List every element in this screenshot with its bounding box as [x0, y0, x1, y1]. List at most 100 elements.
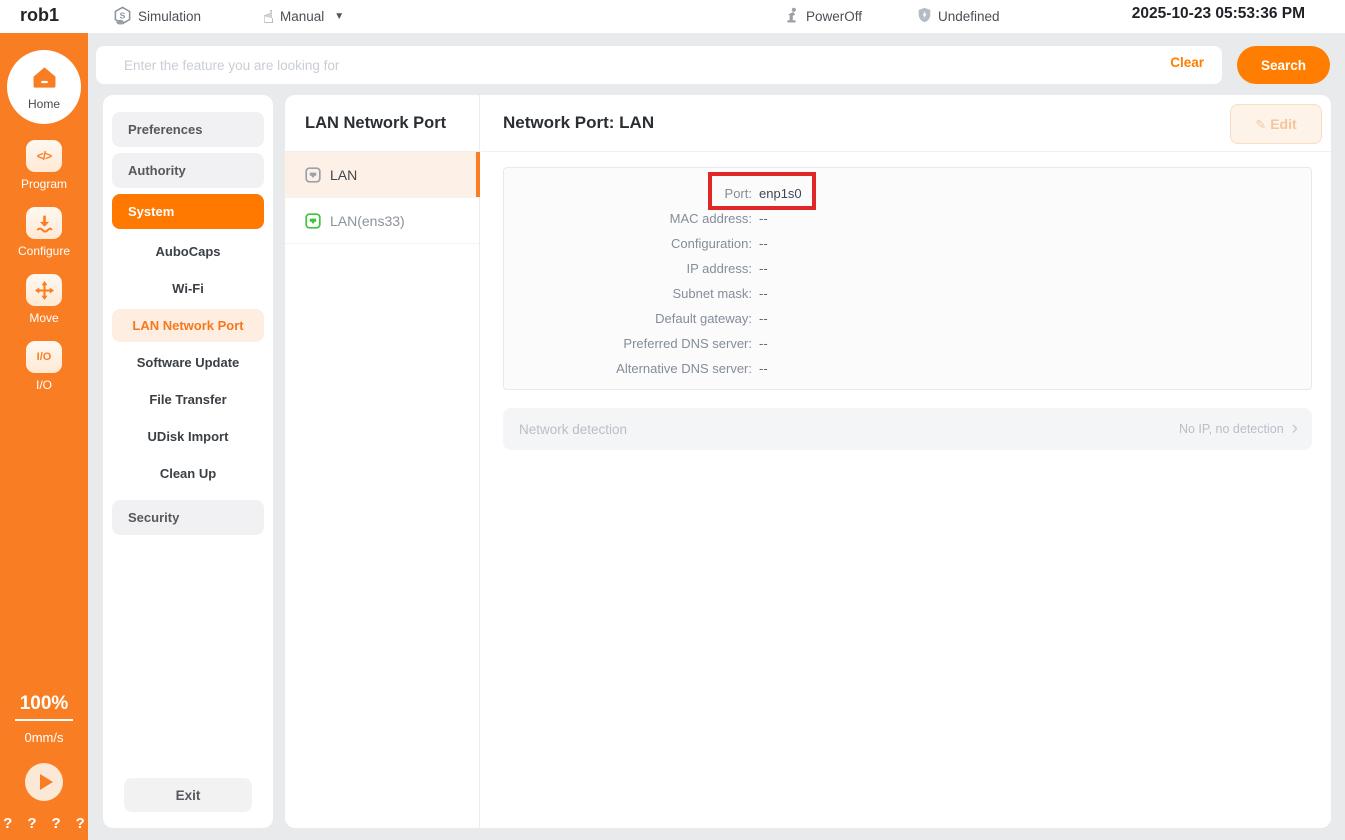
hand-mode-icon: ☝: [263, 8, 274, 26]
network-detection-row[interactable]: Network detection No IP, no detection ›: [503, 408, 1312, 450]
search-input[interactable]: [96, 46, 1222, 84]
field-value: --: [759, 261, 768, 276]
speed-rate: 0mm/s: [25, 730, 64, 745]
ethernet-port-icon: [305, 167, 321, 183]
safety-label: Undefined: [938, 9, 1000, 24]
menu-item-file-transfer[interactable]: File Transfer: [112, 383, 264, 416]
sidebar-bottom-group: 100% 0mm/s ????: [0, 693, 88, 840]
menu-item-software-update[interactable]: Software Update: [112, 346, 264, 379]
field-row-subnet-mask: Subnet mask: --: [504, 281, 1311, 306]
sidebar-item-program[interactable]: </> Program: [21, 140, 67, 191]
sidebar-item-home[interactable]: Home: [7, 50, 81, 124]
annotation-red-box: [708, 172, 816, 210]
menu-item-udisk-import[interactable]: UDisk Import: [112, 420, 264, 453]
help-mark-2[interactable]: ?: [27, 815, 36, 832]
port-item-label: LAN(ens33): [330, 213, 405, 229]
program-code-icon: </>: [26, 140, 62, 172]
clear-button[interactable]: Clear: [1170, 55, 1204, 70]
nav-label-home: Home: [28, 97, 60, 111]
primary-sidebar: Home </> Program Configure: [0, 33, 88, 840]
help-mark-3[interactable]: ?: [52, 815, 61, 832]
exit-button[interactable]: Exit: [124, 778, 252, 812]
port-list-column: LAN Network Port LANLAN(ens33): [285, 95, 480, 828]
menu-item-preferences[interactable]: Preferences: [112, 112, 264, 147]
help-marks-row[interactable]: ????: [3, 815, 85, 832]
datetime-display: 2025-10-23 05:53:36 PM: [1132, 5, 1305, 23]
help-mark-1[interactable]: ?: [3, 815, 12, 832]
play-icon: [40, 774, 53, 790]
edit-label: Edit: [1270, 116, 1296, 132]
port-list: LAN LAN(ens33): [285, 152, 479, 244]
menu-item-wi-fi[interactable]: Wi-Fi: [112, 272, 264, 305]
field-row-configuration: Configuration:--: [504, 231, 1311, 256]
speed-percent[interactable]: 100%: [15, 693, 73, 721]
settings-menu-panel: Preferences Authority System AuboCaps Wi-Fi L…: [103, 95, 273, 828]
field-value: --: [759, 236, 768, 251]
field-label: IP address:: [504, 256, 752, 281]
field-value: --: [759, 311, 768, 326]
nav-label-io: I/O: [36, 378, 52, 392]
power-status[interactable]: PowerOff: [783, 0, 862, 33]
port-details-box: Port:enp1s0MAC address:--Configuration:-…: [503, 167, 1312, 390]
menu-item-authority[interactable]: Authority: [112, 153, 264, 188]
detection-right: No IP, no detection ›: [1179, 421, 1298, 438]
port-item-lan-ens33[interactable]: LAN(ens33): [285, 198, 479, 244]
field-value: --: [759, 336, 768, 351]
search-bar: Clear: [96, 46, 1222, 84]
top-status-bar: rob1 S Simulation ☝ Manual ▼ PowerOff: [0, 0, 1345, 33]
sidebar-item-io[interactable]: I/O I/O: [26, 341, 62, 392]
search-button[interactable]: Search: [1237, 46, 1330, 84]
safety-status[interactable]: Undefined: [917, 0, 1000, 33]
field-label: Preferred DNS server:: [504, 331, 752, 356]
field-label: Default gateway:: [504, 306, 752, 331]
help-mark-4[interactable]: ?: [76, 815, 85, 832]
menu-item-lan-network-port[interactable]: LAN Network Port: [112, 309, 264, 342]
menu-item-security[interactable]: Security: [112, 500, 264, 535]
io-icon: I/O: [26, 341, 62, 373]
move-arrows-icon: [26, 274, 62, 306]
sidebar-item-configure[interactable]: Configure: [18, 207, 70, 258]
field-label: Subnet mask:: [504, 281, 752, 306]
sidebar-item-move[interactable]: Move: [26, 274, 62, 325]
simulation-icon: S: [113, 6, 132, 28]
ethernet-port-icon: [305, 213, 321, 229]
robot-name: rob1: [20, 5, 59, 26]
detail-header: Network Port: LAN ✎ Edit: [481, 95, 1331, 152]
field-label: Alternative DNS server:: [504, 356, 752, 381]
field-value: --: [759, 286, 768, 301]
field-row-ip-address: IP address: --: [504, 256, 1311, 281]
selected-indicator-bar: [476, 152, 480, 197]
pencil-icon: ✎: [1255, 117, 1266, 132]
field-row-port: Port:enp1s0: [504, 181, 1311, 206]
edit-button[interactable]: ✎ Edit: [1230, 104, 1322, 144]
port-item-label: LAN: [330, 167, 357, 183]
mode-label: Manual: [280, 9, 324, 24]
nav-label-configure: Configure: [18, 244, 70, 258]
menu-item-clean-up[interactable]: Clean Up: [112, 457, 264, 490]
simulation-label: Simulation: [138, 9, 201, 24]
content-panel: LAN Network Port LANLAN(ens33) Network P…: [285, 95, 1331, 828]
chevron-right-icon: ›: [1292, 419, 1298, 438]
field-value: --: [759, 211, 768, 226]
power-label: PowerOff: [806, 9, 862, 24]
robot-power-icon: [783, 7, 800, 27]
shield-icon: [917, 7, 932, 26]
field-value: --: [759, 361, 768, 376]
play-button[interactable]: [25, 763, 63, 801]
menu-list: Preferences Authority System AuboCaps Wi-Fi L…: [103, 112, 273, 535]
port-item-lan[interactable]: LAN: [285, 152, 479, 198]
port-detail-column: Network Port: LAN ✎ Edit Port:enp1s0MAC a…: [481, 95, 1331, 828]
svg-text:S: S: [120, 10, 126, 20]
nav-label-program: Program: [21, 177, 67, 191]
simulation-indicator[interactable]: S Simulation: [113, 0, 201, 33]
field-row-alternative-dns-server: Alternative DNS server: --: [504, 356, 1311, 381]
detection-status: No IP, no detection: [1179, 422, 1284, 436]
mode-dropdown[interactable]: ☝ Manual ▼: [263, 0, 344, 33]
chevron-down-icon: ▼: [334, 11, 344, 22]
menu-item-system[interactable]: System: [112, 194, 264, 229]
detail-title: Network Port: LAN: [503, 113, 654, 133]
detection-label: Network detection: [519, 422, 627, 437]
configure-icon: [26, 207, 62, 239]
field-row-mac-address: MAC address:--: [504, 206, 1311, 231]
menu-item-aubocaps[interactable]: AuboCaps: [112, 235, 264, 268]
